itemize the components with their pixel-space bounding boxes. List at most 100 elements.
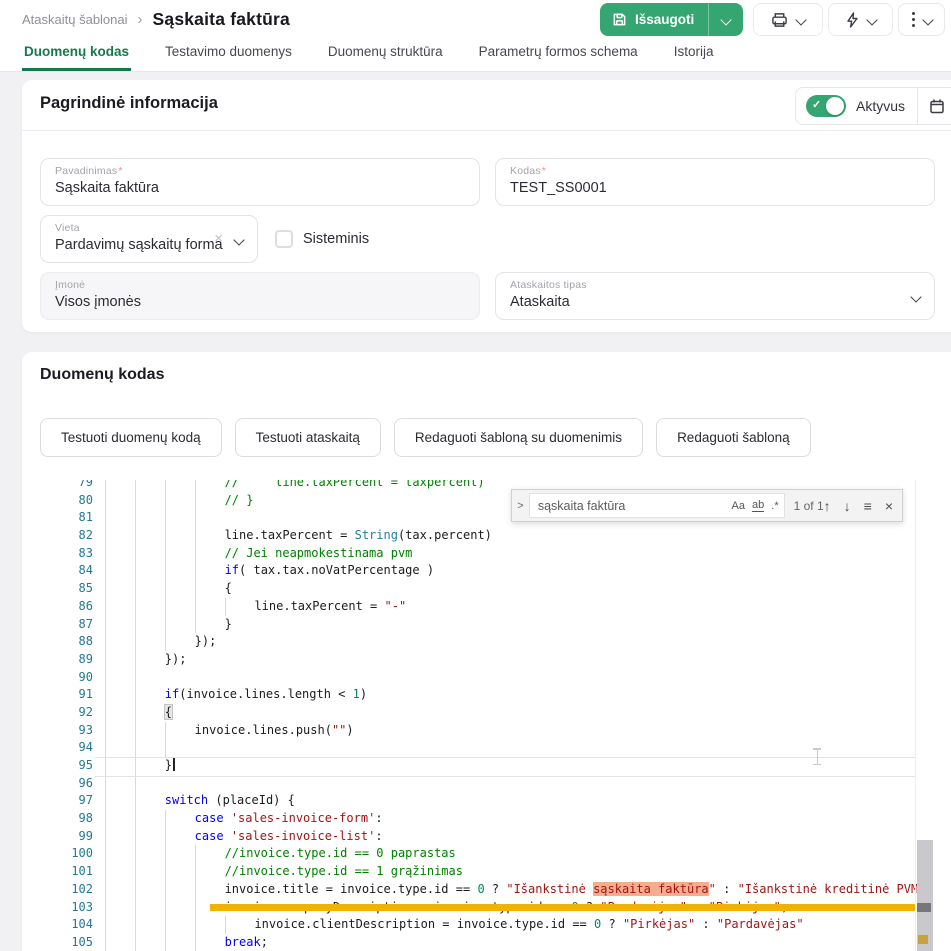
code-line-content[interactable]: }	[105, 757, 175, 775]
calendar-button[interactable]	[918, 88, 951, 124]
line-number: 102	[22, 881, 93, 899]
find-next-icon[interactable]: ↓	[844, 498, 851, 514]
line-number: 104	[22, 916, 93, 934]
code-line-content[interactable]: break;	[105, 934, 268, 951]
code-line-content[interactable]: });	[105, 651, 186, 669]
place-select[interactable]: Vieta Pardavimų sąskaitų forma ×	[40, 215, 258, 263]
breadcrumb-parent[interactable]: Ataskaitų šablonai	[22, 12, 128, 27]
code-editor[interactable]: 79// line.taxPercent = taxpercent)80// }…	[22, 480, 951, 951]
code-line-content[interactable]	[105, 669, 165, 687]
printer-icon	[771, 12, 788, 28]
line-number: 83	[22, 545, 93, 563]
code-line-content[interactable]: invoice.lines.push("")	[105, 722, 354, 740]
edit-template-with-data-button[interactable]: Redaguoti šabloną su duomenimis	[394, 418, 643, 457]
code-line: 105break;	[22, 934, 951, 951]
line-number: 86	[22, 598, 93, 616]
line-number: 79	[22, 480, 93, 492]
find-input[interactable]: sąskaita faktūra Aa ab .*	[529, 493, 785, 518]
match-case-icon[interactable]: Aa	[732, 500, 745, 512]
code-line-content[interactable]: line.taxPercent = "-"	[105, 598, 406, 616]
code-line-content[interactable]: case 'sales-invoice-list':	[105, 828, 383, 846]
code-line: 104 invoice.clientDescription = invoice.t…	[22, 916, 951, 934]
line-number: 101	[22, 863, 93, 881]
tab-bar: Duomenų kodas Testavimo duomenys Duomenų s…	[22, 34, 715, 71]
code-line-content[interactable]: case 'sales-invoice-form':	[105, 810, 383, 828]
find-close-icon[interactable]: ×	[885, 498, 893, 514]
name-field-label: Pavadinimas	[55, 165, 117, 177]
tab-istorija[interactable]: Istorija	[672, 34, 716, 71]
find-expand-icon[interactable]: >	[512, 500, 529, 512]
code-line-content[interactable]: {	[105, 704, 172, 722]
line-number: 90	[22, 669, 93, 687]
code-line-content[interactable]	[105, 739, 195, 757]
code-line-content[interactable]: {	[105, 580, 232, 598]
automation-button[interactable]	[828, 3, 893, 36]
code-line-content[interactable]: }	[105, 616, 232, 634]
edit-template-button[interactable]: Redaguoti šabloną	[656, 418, 811, 457]
line-number: 91	[22, 686, 93, 704]
overview-ruler-mark	[917, 903, 931, 912]
whole-word-icon[interactable]: ab	[752, 499, 764, 512]
code-line: 102 invoice.title = invoice.type.id == 0 …	[22, 881, 951, 899]
systemic-checkbox[interactable]	[275, 230, 293, 248]
main-info-card: Pagrindinė informacija ✓ Aktyvus Pavadin…	[22, 80, 951, 332]
editor-ruler	[915, 480, 916, 951]
code-line-content[interactable]: invoice.clientDescription = invoice.type…	[105, 916, 804, 934]
find-previous-icon[interactable]: ↑	[824, 498, 831, 514]
tab-duomenu-struktura[interactable]: Duomenų struktūra	[326, 34, 445, 71]
code-line-content[interactable]: line.taxPercent = String(tax.percent)	[105, 527, 492, 545]
test-data-code-button[interactable]: Testuoti duomenų kodą	[40, 418, 222, 457]
calendar-icon	[929, 98, 945, 114]
line-number: 85	[22, 580, 93, 598]
code-line-content[interactable]: // line.taxPercent = taxpercent)	[105, 480, 485, 492]
test-report-button[interactable]: Testuoti ataskaitą	[235, 418, 381, 457]
find-query: sąskaita faktūra	[538, 499, 725, 513]
code-line-content[interactable]: invoice.title = invoice.type.id == 0 ? "…	[105, 881, 918, 899]
code-line-content[interactable]: if(invoice.lines.length < 1)	[105, 686, 367, 704]
code-line-content[interactable]: //invoice.type.id == 1 grąžinimas	[105, 863, 463, 881]
code-line-content[interactable]: // }	[105, 492, 253, 510]
active-toggle[interactable]: ✓	[806, 95, 846, 117]
code-line-content[interactable]	[105, 509, 225, 527]
top-header: Ataskaitų šablonai › Sąskaita faktūra Iš…	[0, 0, 951, 72]
line-number: 89	[22, 651, 93, 669]
lightning-icon	[846, 12, 859, 28]
main-card-header: Pagrindinė informacija ✓ Aktyvus	[22, 80, 951, 131]
save-button[interactable]: Išsaugoti	[600, 3, 743, 36]
code-line: 96	[22, 775, 951, 793]
line-number: 84	[22, 562, 93, 580]
breadcrumb-separator-icon: ›	[138, 11, 143, 28]
page: Ataskaitų šablonai › Sąskaita faktūra Iš…	[0, 0, 951, 951]
code-line-content[interactable]: // Jei neapmokestinama pvm	[105, 545, 412, 563]
code-line: 90	[22, 669, 951, 687]
code-line: 98case 'sales-invoice-form':	[22, 810, 951, 828]
save-button-main[interactable]: Išsaugoti	[600, 3, 708, 36]
code-line-content[interactable]: switch (placeId) {	[105, 792, 295, 810]
code-line-content[interactable]: //invoice.type.id == 0 paprastas	[105, 845, 456, 863]
tab-duomenu-kodas[interactable]: Duomenų kodas	[22, 34, 131, 71]
code-line-content[interactable]: });	[105, 633, 216, 651]
code-line: 87}	[22, 616, 951, 634]
main-card-title: Pagrindinė informacija	[40, 94, 218, 113]
find-in-selection-icon[interactable]: ≡	[864, 498, 872, 514]
code-line-content[interactable]: if( tax.tax.noVatPercentage )	[105, 562, 434, 580]
check-icon: ✓	[812, 98, 821, 111]
toggle-knob	[826, 97, 844, 115]
report-type-value: Ataskaita	[510, 294, 920, 310]
code-actions: Testuoti duomenų kodą Testuoti ataskaitą R…	[40, 418, 811, 457]
print-button[interactable]	[753, 3, 823, 36]
regex-icon[interactable]: .*	[771, 500, 778, 512]
required-marker: *	[542, 165, 546, 177]
line-number: 87	[22, 616, 93, 634]
find-match-count: 1 of 1	[794, 499, 824, 513]
find-widget: > sąskaita faktūra Aa ab .* 1 of 1 ↑ ↓ ≡…	[511, 489, 903, 522]
report-type-select[interactable]: Ataskaitos tipas Ataskaita	[495, 272, 935, 320]
tab-parametru-formos-schema[interactable]: Parametrų formos schema	[477, 34, 640, 71]
tab-testavimo-duomenys[interactable]: Testavimo duomenys	[163, 34, 294, 71]
save-dropdown-button[interactable]	[708, 3, 743, 36]
clear-icon[interactable]: ×	[214, 230, 223, 247]
more-actions-button[interactable]	[898, 3, 945, 36]
code-field[interactable]: Kodas* TEST_SS0001	[495, 158, 935, 206]
code-line-content[interactable]	[105, 775, 165, 793]
name-field[interactable]: Pavadinimas* Sąskaita faktūra	[40, 158, 480, 206]
